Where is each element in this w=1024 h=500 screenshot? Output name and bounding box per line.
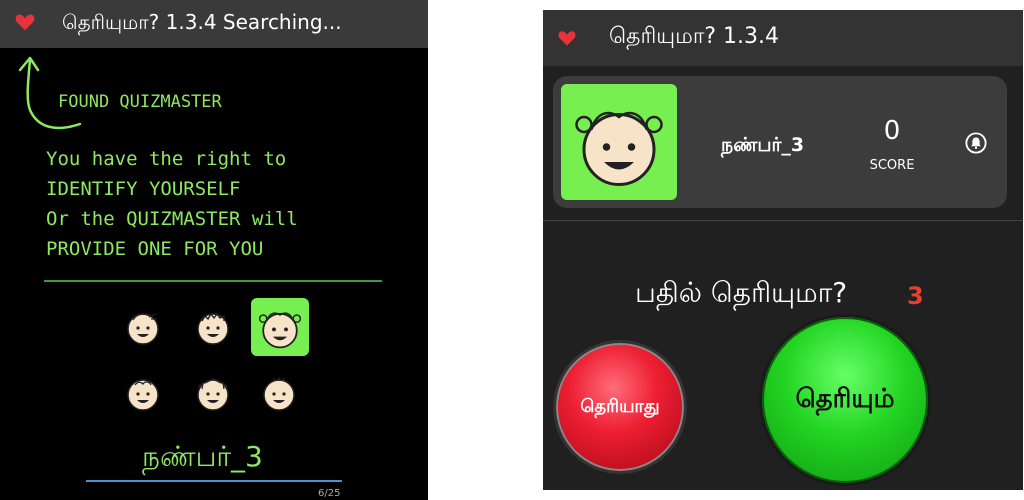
found-quizmaster-text: FOUND QUIZMASTER <box>58 92 222 112</box>
avatar-face <box>197 312 229 345</box>
divider <box>543 220 1023 221</box>
instruction-line-4: PROVIDE ONE FOR YOU <box>46 238 264 260</box>
dont-know-label: தெரியாது <box>580 395 660 417</box>
question-text: பதில் தெரியுமா? <box>635 276 848 309</box>
instruction-line-1: You have the right to <box>46 148 287 170</box>
score-value: 0 <box>883 116 901 146</box>
divider <box>44 280 382 282</box>
avatar-face <box>197 378 229 411</box>
app-bar: தெரியுமா? 1.3.4 Searching... <box>0 0 428 48</box>
player-name: நண்பர்_3 <box>721 134 805 156</box>
player-avatar <box>561 84 677 200</box>
countdown-timer: 3 <box>907 282 924 310</box>
avatar-option-3-selected[interactable] <box>251 298 309 356</box>
app-bar: தெரியுமா? 1.3.4 <box>543 10 1023 66</box>
bell-icon[interactable] <box>965 132 987 154</box>
avatar-face <box>575 111 663 186</box>
player-card: நண்பர்_3 0 SCORE <box>553 76 1007 208</box>
page-counter: 6/25 <box>318 488 341 499</box>
know-button[interactable]: தெரியும் <box>759 314 931 486</box>
score-label: SCORE <box>869 158 915 173</box>
know-label: தெரியும் <box>795 383 895 414</box>
avatar-face <box>263 377 295 411</box>
dont-know-button[interactable]: தெரியாது <box>553 340 687 474</box>
left-phone-screen: தெரியுமா? 1.3.4 Searching... FOUND QUIZM… <box>0 0 428 500</box>
avatar-option-4[interactable] <box>114 364 172 422</box>
avatar-option-6[interactable] <box>250 364 308 422</box>
instruction-line-2: IDENTIFY YOURSELF <box>46 178 241 200</box>
heart-icon[interactable] <box>14 11 36 33</box>
avatar-option-2[interactable] <box>184 298 242 356</box>
avatar-face <box>127 313 159 345</box>
avatar-face <box>127 379 159 411</box>
username-underline <box>86 480 342 482</box>
avatar-face <box>258 312 302 349</box>
avatar-option-5[interactable] <box>184 364 242 422</box>
right-phone-screen: தெரியுமா? 1.3.4 நண்பர்_3 0 SCORE பதில் த… <box>543 10 1023 490</box>
username-input[interactable]: நண்பர்_3 <box>142 440 263 477</box>
instruction-line-3: Or the QUIZMASTER will <box>46 208 298 230</box>
avatar-option-1[interactable] <box>114 298 172 356</box>
heart-icon[interactable] <box>557 28 577 48</box>
app-title: தெரியுமா? 1.3.4 <box>609 24 779 49</box>
app-title: தெரியுமா? 1.3.4 Searching... <box>62 10 342 34</box>
